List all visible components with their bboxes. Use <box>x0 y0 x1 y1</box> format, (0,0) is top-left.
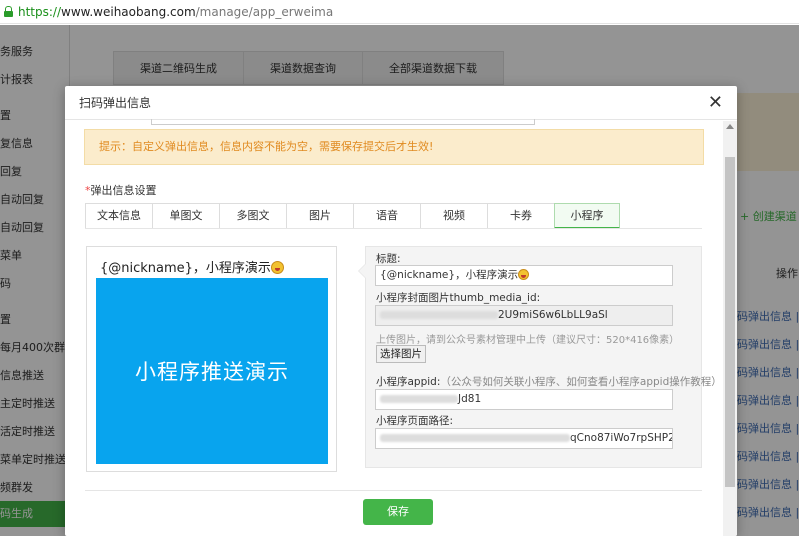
appid-label: 小程序appid:（公众号如何关联小程序、如何查看小程序appid操作教程） <box>376 374 722 389</box>
dialog-title: 扫码弹出信息 <box>79 96 152 110</box>
redacted-value <box>380 311 498 319</box>
tab-single-article[interactable]: 单图文 <box>152 203 220 229</box>
tip-banner: 提示：自定义弹出信息，信息内容不能为空，需要保存提交后才生效! <box>84 129 704 165</box>
tab-mini-program[interactable]: 小程序 <box>554 203 620 229</box>
page-path-value: qCno87iWo7rpSHP2 <box>570 432 673 444</box>
preview-cover-image: 小程序推送演示 <box>96 278 328 464</box>
scroll-thumb[interactable] <box>725 157 735 487</box>
message-preview: {@nickname}，小程序演示 小程序推送演示 <box>86 246 337 472</box>
tongue-emoji-icon <box>270 261 284 274</box>
tab-image[interactable]: 图片 <box>286 203 354 229</box>
appid-label-text: 小程序appid: <box>376 376 441 388</box>
popup-info-dialog: 扫码弹出信息 ✕ 提示：自定义弹出信息，信息内容不能为空，需要保存提交后才生效!… <box>65 86 737 536</box>
truncated-field <box>151 119 535 125</box>
tab-text[interactable]: 文本信息 <box>85 203 153 229</box>
url-path: /manage/app_erweima <box>195 4 334 19</box>
lock-icon <box>4 6 13 17</box>
section-label: *弹出信息设置 <box>85 182 157 198</box>
thumb-media-id-label: 小程序封面图片thumb_media_id: <box>376 292 541 304</box>
tongue-emoji-icon <box>518 269 530 280</box>
preview-title: {@nickname}，小程序演示 <box>100 257 284 276</box>
page-path-input[interactable]: qCno87iWo7rpSHP2 <box>375 428 673 449</box>
caret-left-icon <box>358 263 366 279</box>
title-label: 标题: <box>376 253 401 265</box>
message-type-tabs: 文本信息 单图文 多图文 图片 语音 视频 卡券 小程序 <box>85 203 620 229</box>
page-path-label: 小程序页面路径: <box>376 415 454 427</box>
dialog-body: 提示：自定义弹出信息，信息内容不能为空，需要保存提交后才生效! *弹出信息设置 … <box>65 119 723 536</box>
save-button[interactable]: 保存 <box>363 499 433 525</box>
address-bar[interactable]: https://www.weihaobang.com/manage/app_er… <box>0 0 799 24</box>
mini-program-form: 标题: {@nickname}，小程序演示 小程序封面图片thumb_media… <box>358 246 722 468</box>
tab-video[interactable]: 视频 <box>420 203 488 229</box>
dialog-header: 扫码弹出信息 ✕ <box>65 86 737 120</box>
section-label-text: 弹出信息设置 <box>90 184 157 197</box>
redacted-value <box>380 434 570 442</box>
close-icon[interactable]: ✕ <box>708 93 723 112</box>
appid-input[interactable]: Jd81 <box>375 389 673 410</box>
appid-value: Jd81 <box>458 393 482 405</box>
scroll-up-icon[interactable] <box>726 124 734 129</box>
choose-image-button[interactable]: 选择图片 <box>376 345 426 363</box>
thumb-media-id-value: 2U9miS6w6LbLL9aSl <box>498 309 608 321</box>
tab-multi-article[interactable]: 多图文 <box>219 203 287 229</box>
title-input[interactable]: {@nickname}，小程序演示 <box>375 265 673 286</box>
tab-coupon[interactable]: 卡券 <box>487 203 555 229</box>
thumb-media-id-input[interactable]: 2U9miS6w6LbLL9aSl <box>375 305 673 326</box>
url-host: www.weihaobang.com <box>61 4 196 19</box>
tab-voice[interactable]: 语音 <box>353 203 421 229</box>
tabs-divider <box>85 228 702 229</box>
footer-divider <box>85 490 702 491</box>
preview-title-text: {@nickname}，小程序演示 <box>100 261 271 276</box>
title-input-value: {@nickname}，小程序演示 <box>380 269 519 281</box>
redacted-value <box>380 395 458 403</box>
appid-help-link[interactable]: （公众号如何关联小程序、如何查看小程序appid操作教程） <box>440 376 721 388</box>
url-scheme: https:// <box>18 4 62 19</box>
dialog-scrollbar[interactable] <box>723 121 737 536</box>
upload-help-text: 上传图片，请到公众号素材管理中上传（建议尺寸：520*416像素） <box>376 335 680 346</box>
